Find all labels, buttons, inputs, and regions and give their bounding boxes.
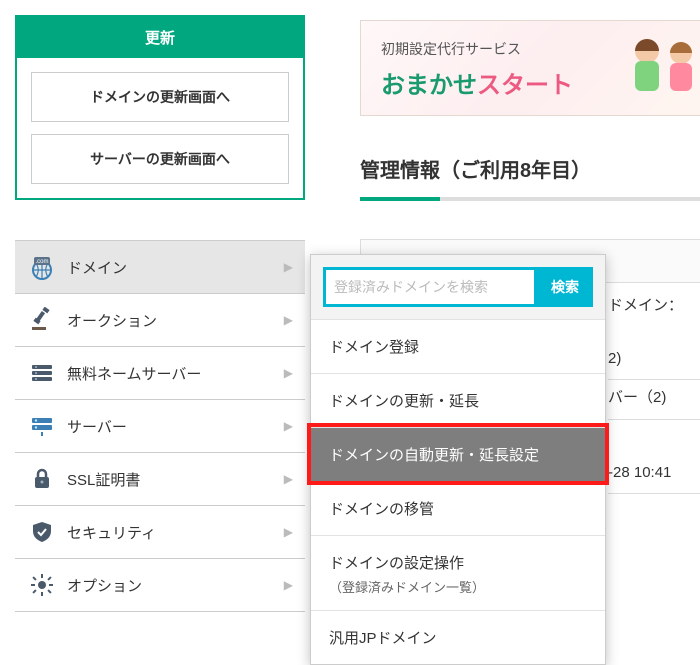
nav-item-label: セキュリティ [67,522,284,543]
domain-submenu-flyout: 検索 ドメイン登録 ドメインの更新・延長 ドメインの自動更新・延長設定 ドメイン… [310,254,606,665]
chevron-right-icon: ▶ [284,578,293,592]
renewal-panel: 更新 ドメインの更新画面へ サーバーの更新画面へ [15,15,305,200]
peek-row: -28 10:41 [608,464,700,494]
lock-icon [27,467,57,491]
nav-item-label: サーバー [67,416,284,437]
chevron-right-icon: ▶ [284,419,293,433]
domain-search-input[interactable] [334,279,526,295]
promo-banner[interactable]: 初期設定代行サービス おまかせスタート [360,20,700,116]
renewal-panel-title: 更新 [17,17,303,58]
chevron-right-icon: ▶ [284,472,293,486]
side-nav: .com ドメイン ▶ オークション ▶ 無料ネームサーバー ▶ サーバー ▶ [15,240,305,612]
nav-item-security[interactable]: セキュリティ ▶ [15,506,305,559]
shield-icon [27,520,57,544]
globe-com-icon: .com [27,255,57,279]
nav-item-label: SSL証明書 [67,469,284,490]
submenu-item-auto-renew[interactable]: ドメインの自動更新・延長設定 [311,427,605,481]
nav-item-auction[interactable]: オークション ▶ [15,294,305,347]
goto-server-renewal-button[interactable]: サーバーの更新画面へ [31,134,289,184]
chevron-right-icon: ▶ [284,260,293,274]
chevron-right-icon: ▶ [284,525,293,539]
peek-domain-label: ドメイン： [608,294,683,315]
nav-item-domain[interactable]: .com ドメイン ▶ [15,241,305,294]
nav-item-ssl[interactable]: SSL証明書 ▶ [15,453,305,506]
management-info-heading: 管理情報（ご利用8年目） [360,154,700,201]
submenu-item-settings[interactable]: ドメインの設定操作 [311,535,605,575]
peek-row: バー（2) [608,386,700,420]
server-icon [27,414,57,438]
server-stack-icon [27,361,57,385]
nav-item-label: オークション [67,310,284,331]
submenu-item-renew[interactable]: ドメインの更新・延長 [311,373,605,427]
peek-row: 2) [608,350,700,380]
gear-icon [27,573,57,597]
submenu-item-settings-sub[interactable]: （登録済みドメイン一覧） [311,575,605,610]
people-illustration-icon [619,31,700,107]
chevron-right-icon: ▶ [284,366,293,380]
submenu-item-register[interactable]: ドメイン登録 [311,319,605,373]
submenu-item-transfer[interactable]: ドメインの移管 [311,481,605,535]
gavel-icon [27,308,57,332]
nav-item-label: オプション [67,575,284,596]
submenu-item-jp-domain[interactable]: 汎用JPドメイン [311,610,605,664]
nav-item-option[interactable]: オプション ▶ [15,559,305,612]
svg-text:.com: .com [35,259,48,265]
nav-item-server[interactable]: サーバー ▶ [15,400,305,453]
domain-search-bar: 検索 [311,255,605,319]
nav-item-free-nameserver[interactable]: 無料ネームサーバー ▶ [15,347,305,400]
domain-search-button[interactable]: 検索 [537,267,593,307]
nav-item-label: 無料ネームサーバー [67,363,284,384]
nav-item-label: ドメイン [67,257,284,278]
chevron-right-icon: ▶ [284,313,293,327]
goto-domain-renewal-button[interactable]: ドメインの更新画面へ [31,72,289,122]
